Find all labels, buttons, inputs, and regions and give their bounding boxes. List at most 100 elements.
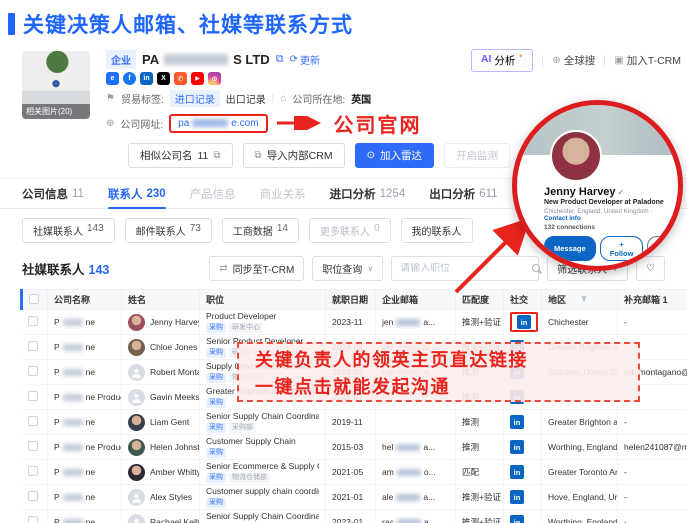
row-checkbox[interactable]: [28, 441, 38, 451]
globe-icon: ⊕: [552, 55, 560, 66]
official-site-annotation: 公司官网: [334, 109, 422, 138]
row-checkbox[interactable]: [28, 366, 38, 376]
chip-more-contacts: 更多联系人0: [309, 218, 391, 243]
row-select-cell: [22, 385, 48, 410]
match-cell: 推测+验证: [456, 510, 504, 523]
company-cell: Pne: [48, 310, 122, 335]
blurred-text: [397, 469, 421, 476]
chip-social-contacts[interactable]: 社媒联系人143: [22, 218, 115, 243]
table-row: PneAlex StylesCustomer supply chain coor…: [22, 485, 687, 510]
row-select-cell: [22, 360, 48, 385]
row-select-cell: [22, 510, 48, 523]
name-cell-td: Amber Whitty: [122, 460, 200, 485]
position-query-dropdown[interactable]: 职位查询 ∨: [312, 256, 383, 281]
contact-name-text: Liam Gent: [150, 417, 189, 427]
follow-button[interactable]: + Follow: [600, 236, 644, 261]
radar-icon: ⊙: [367, 150, 375, 161]
youtube-icon[interactable]: ▶: [191, 72, 204, 85]
similar-company-button[interactable]: 相似公司名11⧉: [128, 143, 233, 168]
row-checkbox[interactable]: [28, 316, 38, 326]
select-all-checkbox[interactable]: [29, 294, 39, 304]
company-prefix: P: [54, 517, 60, 523]
section-title: 社媒联系人143: [22, 259, 109, 278]
select-all-cell: [22, 290, 48, 310]
tab-contacts[interactable]: 联系人230: [108, 179, 166, 208]
company-prefix: P: [54, 442, 60, 452]
row-checkbox[interactable]: [28, 391, 38, 401]
region-cell: Greater Toronto Area: [542, 460, 618, 485]
email-suffix: o...: [424, 467, 436, 477]
contacts-table: 公司名称姓名职位就职日期企业邮箱匹配度社交地区补充邮箱 1 PneJenny H…: [20, 289, 687, 523]
company-suffix: ne: [86, 417, 95, 427]
row-checkbox[interactable]: [28, 491, 38, 501]
import-record-tag[interactable]: 进口记录: [170, 90, 220, 107]
linkedin-icon[interactable]: in: [510, 440, 524, 454]
row-checkbox[interactable]: [28, 416, 38, 426]
tab-label: 公司信息: [22, 186, 68, 202]
website-link[interactable]: pae.com: [169, 114, 267, 133]
contact-name: Rachael Kelly: [128, 514, 193, 523]
avatar-photo: [128, 414, 145, 431]
title-cell: Senior Supply Chain Coordinator采购采购部: [200, 410, 326, 435]
row-checkbox[interactable]: [28, 341, 38, 351]
global-search-button[interactable]: ⊕ 全球搜: [552, 53, 595, 68]
tab-export-analysis[interactable]: 出口分析611: [429, 179, 497, 208]
chip-email-contacts[interactable]: 邮件联系人73: [125, 218, 212, 243]
contact-name-text: Rachael Kelly: [150, 517, 200, 523]
table-row: PneRachael KellySenior Supply Chain Coor…: [22, 510, 687, 523]
tab-import-analysis[interactable]: 进口分析1254: [330, 179, 406, 208]
search-icon[interactable]: [532, 264, 540, 272]
refresh-button[interactable]: ⟳ 更新: [290, 52, 320, 67]
contact-name: Liam Gent: [128, 414, 193, 431]
similar-icon: ⧉: [213, 150, 220, 161]
chip-count: 0: [374, 223, 380, 238]
export-record-tag[interactable]: 出口记录: [226, 91, 266, 106]
filter-icon[interactable]: [580, 295, 588, 305]
social-cell: in: [504, 435, 542, 460]
linkedin-icon[interactable]: in: [510, 415, 524, 429]
row-checkbox[interactable]: [28, 516, 38, 523]
import-crm-button[interactable]: ⧉导入内部CRM: [243, 143, 345, 168]
chip-business-data[interactable]: 工商数据14: [222, 218, 299, 243]
contact-info-link[interactable]: Contact info: [544, 215, 581, 222]
contact-name-text: Amber Whitty: [150, 467, 200, 477]
contact-name-text: Robert Monta...: [150, 367, 200, 377]
title-cell: Senior Supply Chain Coordinator采购采购部: [200, 510, 326, 523]
name-cell-td: Jenny Harvey: [122, 310, 200, 335]
avatar-photo: [128, 314, 145, 331]
contact-name: Chloe Jones: [128, 339, 193, 356]
name-cell-td: Robert Monta...: [122, 360, 200, 385]
message-button[interactable]: Message: [544, 236, 596, 261]
tag-blue: 采购: [206, 423, 226, 433]
x-icon[interactable]: X: [157, 72, 170, 85]
chip-label: 邮件联系人: [136, 223, 186, 238]
linkedin-icon[interactable]: in: [510, 515, 524, 523]
position-search-input[interactable]: [400, 263, 532, 274]
instagram-icon[interactable]: ⊙: [208, 72, 221, 85]
phone-icon[interactable]: ✆: [174, 72, 187, 85]
join-tcrm-button[interactable]: ▣ 加入T-CRM: [614, 53, 681, 68]
linkedin-icon[interactable]: in: [510, 465, 524, 479]
linkedin-icon[interactable]: in: [510, 490, 524, 504]
heart-icon: ♡: [646, 263, 655, 274]
add-radar-button[interactable]: ⊙加入雷达: [355, 143, 434, 168]
sync-tcrm-button[interactable]: ⇄ 同步至T-CRM: [209, 256, 304, 281]
blurred-text: [397, 519, 421, 523]
website-icon[interactable]: e: [106, 72, 119, 85]
start-date-cell: 2022-01: [326, 510, 376, 523]
row-checkbox[interactable]: [28, 466, 38, 476]
company-photo[interactable]: 相关图片(20): [22, 51, 90, 119]
company-cell: Pne: [48, 485, 122, 510]
linkedin-icon[interactable]: in: [517, 315, 531, 329]
tab-company-info[interactable]: 公司信息11: [22, 179, 84, 208]
blurred-text: [396, 444, 420, 451]
extra-email-cell: -: [618, 460, 687, 485]
linkedin-icon[interactable]: in: [140, 72, 153, 85]
chip-my-contacts[interactable]: 我的联系人: [401, 218, 473, 243]
company-cell: Pne Produc...: [48, 435, 122, 460]
copy-icon[interactable]: ⧉: [276, 53, 284, 66]
ai-analyze-button[interactable]: AI 分析: [471, 49, 534, 72]
facebook-icon[interactable]: f: [123, 72, 136, 85]
trade-tag-icon: ⚑: [106, 93, 115, 104]
email-suffix: a...: [424, 517, 436, 523]
